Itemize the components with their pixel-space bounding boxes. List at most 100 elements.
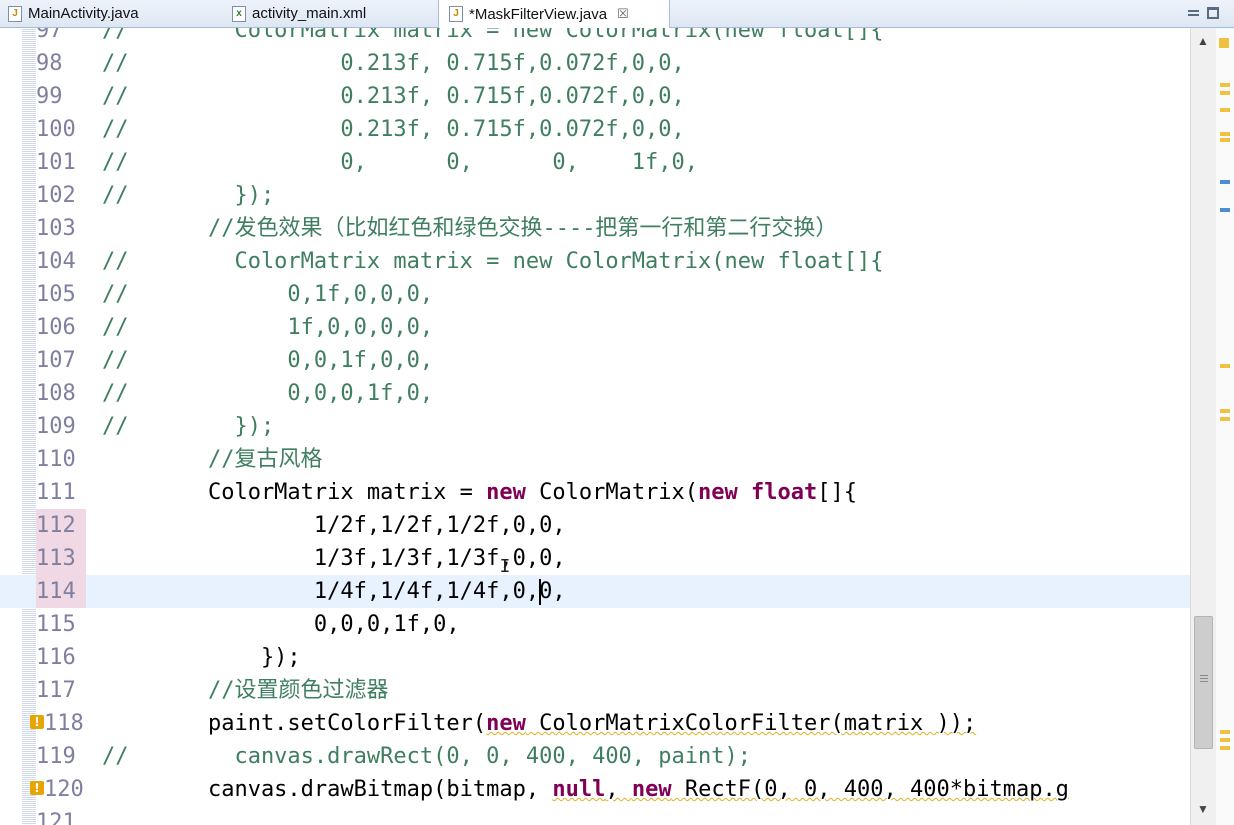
line-number: 110 — [36, 447, 76, 472]
code-line[interactable]: 98 // 0.213f, 0.715f,0.072f,0,0, — [0, 47, 1190, 80]
code-text[interactable]: paint.setColorFilter(new ColorMatrixColo… — [102, 707, 976, 740]
code-line[interactable]: 109 // }); — [0, 410, 1190, 443]
code-text[interactable]: 1/3f,1/3f,1/3f,0,0, — [102, 542, 566, 575]
overview-mark[interactable] — [1220, 132, 1230, 136]
code-line[interactable]: 102 // }); — [0, 179, 1190, 212]
line-number: 118 — [44, 711, 84, 736]
line-number: 100 — [36, 117, 76, 142]
editor-tab-bar: J MainActivity.java x activity_main.xml … — [0, 0, 1234, 28]
line-number: 103 — [36, 216, 76, 241]
overview-mark[interactable] — [1220, 83, 1230, 87]
line-number: 101 — [36, 150, 76, 175]
warning-icon[interactable]: ! — [30, 715, 44, 729]
overview-mark[interactable] — [1220, 180, 1230, 184]
overview-mark[interactable] — [1220, 208, 1230, 212]
code-line[interactable]: ! 118 paint.setColorFilter(new ColorMatri… — [0, 707, 1190, 740]
tab-main-activity[interactable]: J MainActivity.java — [8, 0, 139, 27]
code-text[interactable]: // 0,0,0,1f,0, — [102, 377, 433, 410]
code-line[interactable]: 117 //设置颜色过滤器 — [0, 674, 1190, 707]
xml-file-icon: x — [232, 5, 246, 22]
code-text[interactable]: // 0,1f,0,0,0, — [102, 278, 433, 311]
scroll-down-arrow-icon[interactable]: ▼ — [1197, 802, 1209, 816]
overview-mark[interactable] — [1220, 738, 1230, 742]
vertical-scrollbar[interactable]: ▲ ▼ — [1190, 28, 1217, 825]
line-number: 108 — [36, 381, 76, 406]
tab-label: activity_main.xml — [252, 5, 367, 22]
code-text[interactable]: }); — [102, 641, 301, 674]
overview-mark[interactable] — [1220, 108, 1230, 112]
code-text[interactable]: // 0,0,1f,0,0, — [102, 344, 433, 377]
code-line[interactable]: 119 // canvas.drawRect(0, 0, 400, 400, pa… — [0, 740, 1190, 773]
code-text[interactable]: // 0, 0, 0, 1f,0, — [102, 146, 698, 179]
overview-mark[interactable] — [1220, 730, 1230, 734]
overview-mark[interactable] — [1220, 91, 1230, 95]
code-editor[interactable]: 97 // ColorMatrix matrix = new ColorMatri… — [0, 28, 1234, 825]
code-line[interactable]: 107 // 0,0,1f,0,0, — [0, 344, 1190, 377]
code-text[interactable]: canvas.drawBitmap(bitmap, null, new Rect… — [102, 773, 1069, 806]
overview-mark[interactable] — [1220, 746, 1230, 750]
line-number: 111 — [36, 480, 76, 505]
line-number: 99 — [36, 84, 63, 109]
code-text[interactable]: // 0.213f, 0.715f,0.072f,0,0, — [102, 80, 685, 113]
code-text[interactable]: 1/4f,1/4f,1/4f,0,0, — [102, 575, 566, 608]
overview-mark[interactable] — [1220, 417, 1230, 421]
maximize-icon[interactable] — [1207, 7, 1219, 19]
tab-mask-filter-view[interactable]: J *MaskFilterView.java ☒ — [438, 0, 670, 28]
code-line[interactable]: 112 1/2f,1/2f,1/2f,0,0, — [0, 509, 1190, 542]
code-text[interactable]: // ColorMatrix matrix = new ColorMatrix(… — [102, 28, 883, 47]
overview-mark[interactable] — [1220, 138, 1230, 142]
code-line[interactable]: 121 — [0, 806, 1190, 825]
code-line[interactable]: 101 // 0, 0, 0, 1f,0, — [0, 146, 1190, 179]
line-number: 116 — [36, 645, 76, 670]
line-number: 121 — [36, 810, 76, 825]
code-text[interactable]: // 0.213f, 0.715f,0.072f,0,0, — [102, 47, 685, 80]
tab-activity-main-xml[interactable]: x activity_main.xml — [232, 0, 366, 27]
code-text[interactable]: // }); — [102, 410, 274, 443]
code-text[interactable]: // ColorMatrix matrix = new ColorMatrix(… — [102, 245, 883, 278]
line-number: 106 — [36, 315, 76, 340]
code-line[interactable]: 114 1/4f,1/4f,1/4f,0,0, — [0, 575, 1190, 608]
code-text[interactable]: //发色效果（比如红色和绿色交换----把第一行和第二行交换） — [102, 212, 837, 245]
code-line[interactable]: 106 // 1f,0,0,0,0, — [0, 311, 1190, 344]
code-text[interactable]: 0,0,0,1f,0, — [102, 608, 460, 641]
java-file-icon: J — [449, 6, 463, 22]
window-controls — [1180, 2, 1219, 24]
line-number: 119 — [36, 744, 76, 769]
code-text[interactable]: //复古风格 — [102, 443, 323, 476]
close-tab-icon[interactable]: ☒ — [617, 6, 629, 22]
warning-icon[interactable]: ! — [30, 781, 44, 795]
code-line[interactable]: 104 // ColorMatrix matrix = new ColorMatr… — [0, 245, 1190, 278]
code-line[interactable]: ! 120 canvas.drawBitmap(bitmap, null, new… — [0, 773, 1190, 806]
code-line[interactable]: 108 // 0,0,0,1f,0, — [0, 377, 1190, 410]
line-number: 112 — [36, 513, 76, 538]
code-text[interactable]: 1/2f,1/2f,1/2f,0,0, — [102, 509, 566, 542]
line-number: 98 — [36, 51, 63, 76]
code-text[interactable]: //设置颜色过滤器 — [102, 674, 389, 707]
warning-summary-icon[interactable] — [1219, 38, 1229, 48]
code-text[interactable]: // 1f,0,0,0,0, — [102, 311, 433, 344]
code-line[interactable]: 113 1/3f,1/3f,1/3f,0,0, I — [0, 542, 1190, 577]
minimize-icon[interactable] — [1188, 10, 1199, 16]
code-line[interactable]: 100 // 0.213f, 0.715f,0.072f,0,0, — [0, 113, 1190, 146]
code-line[interactable]: 99 // 0.213f, 0.715f,0.072f,0,0, — [0, 80, 1190, 113]
code-line[interactable]: 116 }); — [0, 641, 1190, 674]
code-text[interactable]: ColorMatrix matrix = new ColorMatrix(new… — [102, 476, 857, 509]
code-line[interactable]: 105 // 0,1f,0,0,0, — [0, 278, 1190, 311]
line-number: 107 — [36, 348, 76, 373]
line-number: 113 — [36, 546, 76, 571]
scroll-up-arrow-icon[interactable]: ▲ — [1197, 34, 1209, 48]
overview-mark[interactable] — [1220, 409, 1230, 413]
line-number: 104 — [36, 249, 76, 274]
code-text[interactable]: // canvas.drawRect(0, 0, 400, 400, paint… — [102, 740, 751, 773]
code-line[interactable]: 111 ColorMatrix matrix = new ColorMatrix… — [0, 476, 1190, 509]
code-line[interactable]: 110 //复古风格 — [0, 443, 1190, 476]
code-text[interactable]: // }); — [102, 179, 274, 212]
line-number: 115 — [36, 612, 76, 637]
code-line[interactable]: 103 //发色效果（比如红色和绿色交换----把第一行和第二行交换） — [0, 212, 1190, 245]
code-line[interactable]: 115 0,0,0,1f,0, — [0, 608, 1190, 641]
code-text[interactable]: // 0.213f, 0.715f,0.072f,0,0, — [102, 113, 685, 146]
code-line[interactable]: 97 // ColorMatrix matrix = new ColorMatri… — [0, 28, 1190, 47]
scrollbar-thumb[interactable] — [1194, 616, 1213, 749]
overview-ruler[interactable] — [1216, 28, 1234, 825]
overview-mark[interactable] — [1220, 364, 1230, 368]
